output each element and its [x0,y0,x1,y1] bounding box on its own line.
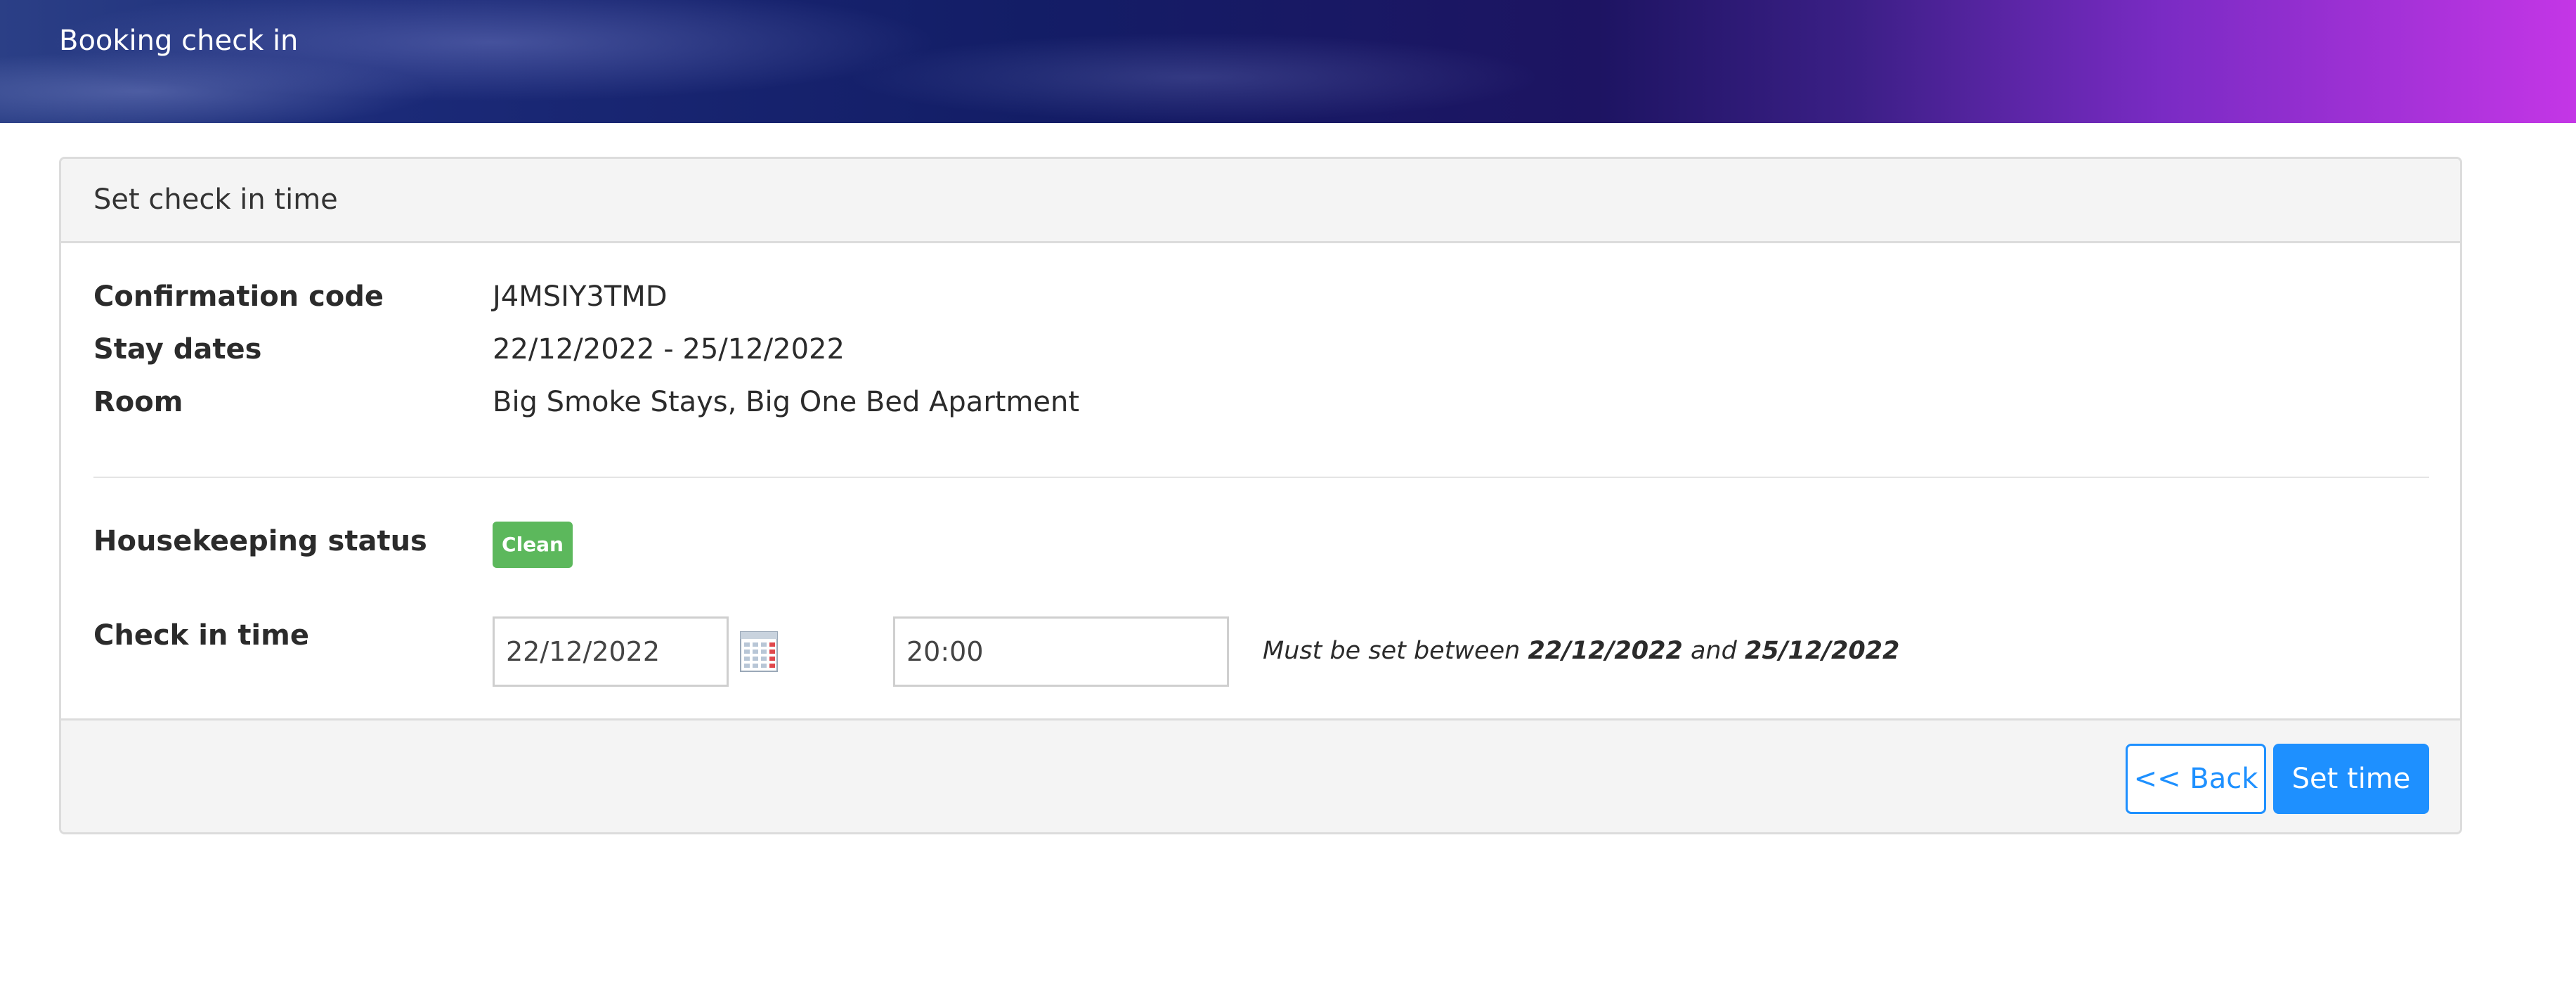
confirmation-code-label: Confirmation code [93,280,384,313]
panel-heading: Set check in time [61,159,2460,243]
check-in-time-input[interactable] [893,616,1229,687]
hint-prefix: Must be set between [1263,637,1521,665]
page-title: Booking check in [59,25,299,57]
check-in-date-input[interactable] [493,616,729,687]
check-in-time-label: Check in time [93,619,309,652]
confirmation-code-value: J4MSIY3TMD [493,280,668,313]
stay-dates-value: 22/12/2022 - 25/12/2022 [493,333,845,366]
stay-dates-label: Stay dates [93,333,262,366]
calendar-icon[interactable] [740,631,778,672]
header-banner: Booking check in [0,0,2576,123]
check-in-hint: Must be set between 22/12/2022 and 25/12… [1263,633,1899,668]
housekeeping-status-label: Housekeeping status [93,525,427,557]
panel-heading-title: Set check in time [93,183,338,216]
check-in-panel: Set check in time Confirmation code J4MS… [59,157,2462,834]
set-time-button[interactable]: Set time [2273,744,2429,814]
panel-footer: << Back Set time [61,718,2460,832]
room-label: Room [93,386,183,418]
hint-end-date: 25/12/2022 [1744,637,1900,665]
hint-and: and [1690,637,1737,665]
section-divider [93,477,2429,478]
back-button[interactable]: << Back [2126,744,2266,814]
housekeeping-status-badge: Clean [493,522,573,568]
hint-start-date: 22/12/2022 [1528,637,1683,665]
room-value: Big Smoke Stays, Big One Bed Apartment [493,386,1080,418]
